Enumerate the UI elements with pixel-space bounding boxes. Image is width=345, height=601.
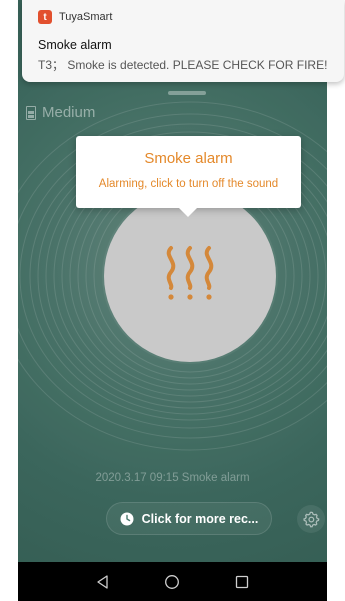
back-triangle-icon [97, 574, 108, 589]
more-records-button[interactable]: Click for more rec... [106, 502, 272, 535]
push-notification[interactable]: t TuyaSmart Smoke alarm T3； Smoke is det… [22, 0, 344, 82]
clock-icon [120, 512, 134, 525]
last-alarm-record: 2020.3.17 09:15 Smoke alarm [95, 472, 250, 484]
system-navigation-bar [18, 562, 327, 601]
drag-handle[interactable] [168, 91, 206, 95]
recents-button[interactable] [231, 571, 253, 593]
more-records-label: Click for more rec... [141, 511, 259, 526]
notification-app-header: t TuyaSmart [38, 10, 112, 24]
settings-button[interactable] [297, 505, 325, 533]
turn-off-sound-prompt[interactable]: Alarming, click to turn off the sound [76, 178, 301, 190]
gear-icon [303, 511, 320, 528]
tuyasmart-app-icon: t [38, 10, 52, 24]
home-button[interactable] [161, 571, 183, 593]
notification-body: T3； Smoke is detected. PLEASE CHECK FOR … [38, 58, 328, 72]
battery-label: Medium [42, 104, 96, 121]
battery-status: Medium [26, 104, 95, 121]
smoke-icon [166, 246, 214, 300]
battery-icon [26, 105, 36, 120]
popup-title: Smoke alarm [144, 150, 233, 167]
phone-screen: Medium Smoke alarm Alarming, click to tu… [18, 0, 327, 601]
notification-app-name: TuyaSmart [59, 11, 113, 23]
back-button[interactable] [92, 571, 114, 593]
home-circle-icon [165, 574, 180, 589]
notification-title: Smoke alarm [38, 38, 112, 52]
recents-square-icon [235, 575, 249, 588]
alarm-popup[interactable]: Smoke alarm Alarming, click to turn off … [76, 136, 301, 217]
